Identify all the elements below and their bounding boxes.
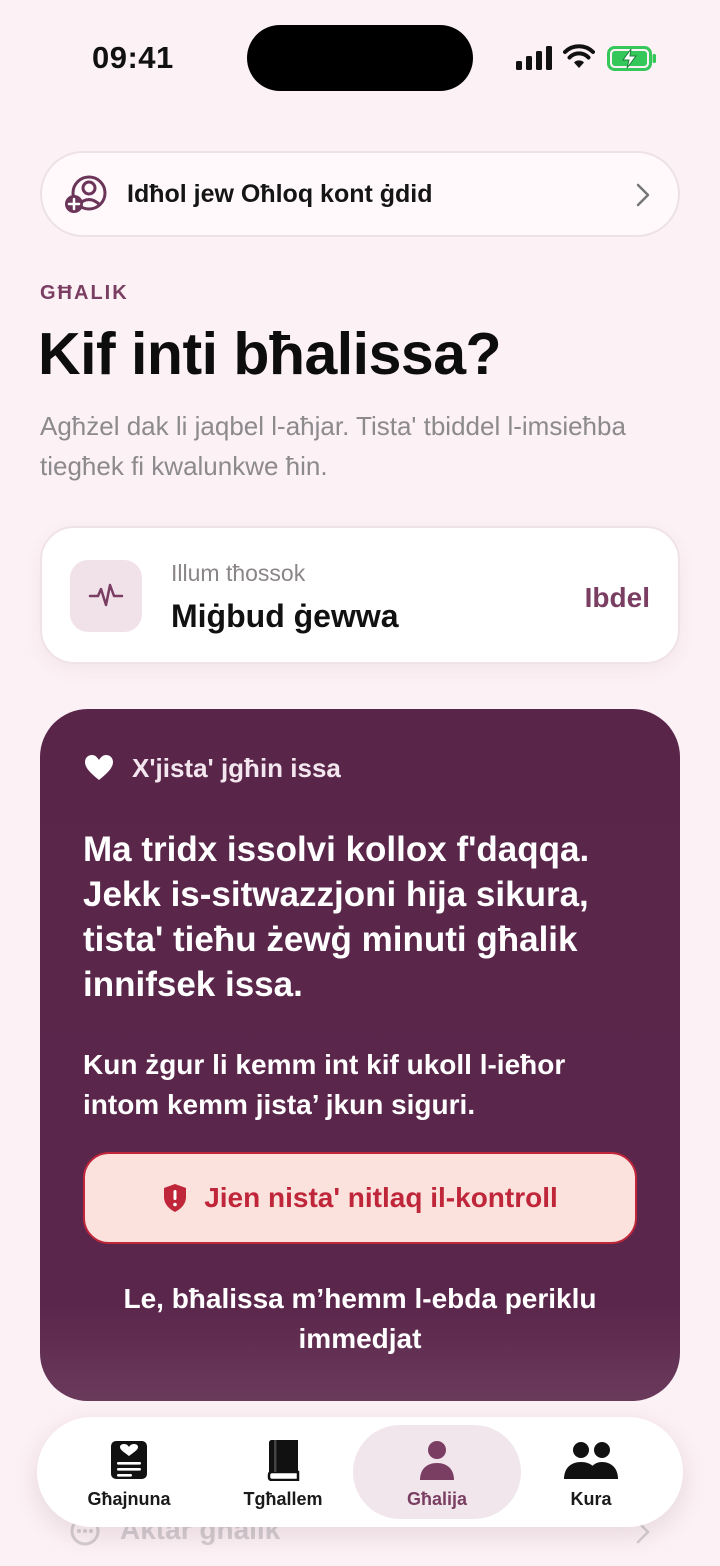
chevron-right-icon <box>636 183 650 207</box>
status-time: 09:41 <box>92 40 174 75</box>
battery-charging-icon <box>607 46 656 71</box>
help-card-icon <box>111 1441 147 1479</box>
heart-icon <box>85 755 113 780</box>
tab-for-me[interactable]: Għalija <box>353 1425 521 1519</box>
bottom-tab-bar: Għajnuna Tgħallem Għalija Kura <box>37 1417 683 1527</box>
people-icon <box>564 1442 618 1479</box>
no-immediate-danger-link[interactable]: Le, bħalissa m’hemm l-ebda periklu immed… <box>100 1279 620 1359</box>
tab-learn[interactable]: Tgħallem <box>199 1425 367 1519</box>
help-now-card: X'jista' jgħin issa Ma tridx issolvi kol… <box>40 709 680 1401</box>
dynamic-island <box>247 25 473 91</box>
page-subtitle: Agħżel dak li jaqbel l-aħjar. Tista' tbi… <box>40 411 626 481</box>
page-title: Kif inti bħalissa? <box>38 321 502 387</box>
tab-help[interactable]: Għajnuna <box>45 1425 213 1519</box>
lose-control-button-label: Jien nista' nitlaq il-kontroll <box>204 1182 558 1213</box>
feeling-value: Miġbud ġewwa <box>171 598 399 634</box>
tab-care-label: Kura <box>570 1489 612 1509</box>
section-eyebrow: GĦALIK <box>40 282 129 304</box>
book-icon <box>267 1440 300 1481</box>
feeling-icon-tile <box>70 560 142 632</box>
tab-for-me-label: Għalija <box>406 1489 468 1509</box>
status-bar: 09:41 <box>0 0 720 118</box>
pulse-icon <box>88 583 124 607</box>
tab-care[interactable]: Kura <box>507 1425 675 1519</box>
tab-help-label: Għajnuna <box>87 1489 171 1509</box>
help-card-main-text: Ma tridx issolvi kollox f'daqqa. Jekk is… <box>83 830 590 1004</box>
help-card-secondary-text: Kun żgur li kemm int kif ukoll l-ieħor i… <box>83 1049 566 1120</box>
account-label: Idħol jew Oħloq kont ġdid <box>127 180 433 208</box>
add-user-icon <box>65 175 107 213</box>
wifi-icon <box>563 44 595 68</box>
change-feeling-button[interactable]: Ibdel <box>585 582 650 614</box>
feeling-caption: Illum tħossok <box>171 560 306 586</box>
current-feeling-card[interactable]: Illum tħossok Miġbud ġewwa Ibdel <box>40 526 680 664</box>
sign-in-create-account-button[interactable]: Idħol jew Oħloq kont ġdid <box>40 151 680 237</box>
help-card-header: X'jista' jgħin issa <box>132 753 341 783</box>
person-icon <box>420 1441 454 1480</box>
cellular-signal-icon <box>516 46 552 70</box>
tab-learn-label: Tgħallem <box>243 1489 323 1509</box>
shield-alert-icon <box>164 1184 187 1212</box>
lose-control-button[interactable]: Jien nista' nitlaq il-kontroll <box>83 1152 637 1244</box>
